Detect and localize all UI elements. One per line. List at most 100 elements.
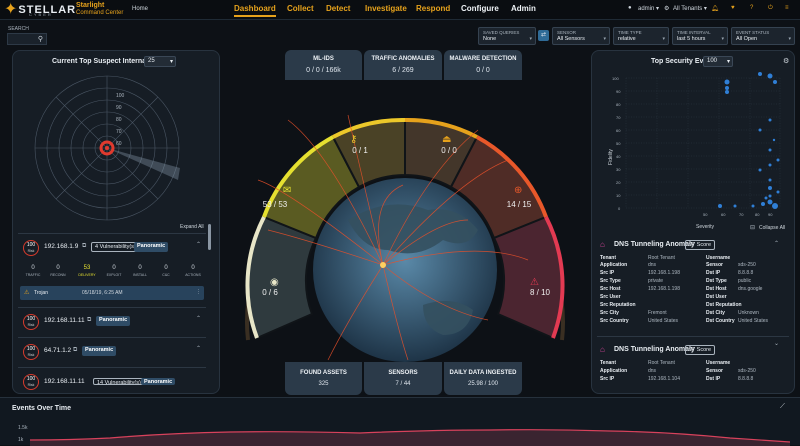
- saved-queries-select[interactable]: SAVED QUERIES None ▾: [478, 27, 536, 45]
- score-label: Risk: [27, 323, 35, 327]
- event-count-select[interactable]: 100 ▾: [703, 56, 733, 67]
- vulnerability-badge[interactable]: 4 Vulnerability(s): [91, 242, 140, 252]
- stat-value: 325: [318, 381, 329, 387]
- time-interval-select[interactable]: TIME INTERVAL last 5 hours ▾: [672, 27, 728, 45]
- score-label: Risk: [27, 383, 35, 387]
- stage-value: 0: [164, 265, 168, 271]
- event-field: Src IP: [600, 270, 615, 276]
- traffic-anomalies-stat[interactable]: TRAFFIC ANOMALIES 6 / 269: [364, 50, 442, 80]
- daily-data-stat[interactable]: DAILY DATA INGESTED 25.98 / 100: [444, 362, 522, 395]
- nav-investigate[interactable]: Investigate: [365, 4, 407, 13]
- home-location-marker[interactable]: [380, 262, 386, 268]
- vulnerability-badge[interactable]: 14 Vulnerability(s): [93, 378, 145, 385]
- event-title[interactable]: DNS Tunneling Anomaly: [614, 346, 695, 353]
- tenant-menu[interactable]: All Tenants ▾: [673, 5, 707, 12]
- nav-collect[interactable]: Collect: [287, 4, 314, 13]
- sensors-stat[interactable]: SENSORS 7 / 44: [364, 362, 442, 395]
- heart-icon[interactable]: ♥: [731, 5, 735, 11]
- bell-icon[interactable]: 🔔︎: [711, 5, 719, 12]
- tenant-icon[interactable]: ⚙: [664, 5, 669, 12]
- stage-value: 0: [191, 265, 195, 271]
- event-field-value: Root Tenant: [648, 255, 675, 261]
- collapse-chevron-icon[interactable]: ⌃: [774, 240, 779, 247]
- panoramic-button[interactable]: Panoramic: [141, 378, 176, 385]
- sensor-select[interactable]: SENSOR All Sensors ▾: [552, 27, 610, 45]
- user-menu[interactable]: admin ▾: [638, 5, 659, 12]
- events-over-time-chart: [30, 429, 791, 446]
- search-icon[interactable]: ⚲: [38, 35, 43, 43]
- copy-icon[interactable]: ⧉: [87, 317, 91, 324]
- panoramic-button[interactable]: Panoramic: [134, 242, 169, 252]
- power-icon[interactable]: ⏻: [768, 5, 773, 12]
- host-ip[interactable]: 64.71.1.2: [44, 347, 71, 354]
- brand-subtitle: Command Center: [76, 10, 124, 16]
- settings-gear-icon[interactable]: ⚙: [783, 57, 789, 65]
- scatter-ylabel: Fidelity: [608, 149, 614, 165]
- panoramic-button[interactable]: Panoramic: [96, 316, 131, 326]
- nav-dashboard[interactable]: Dashboard: [234, 4, 276, 17]
- event-field: Tenant: [600, 360, 617, 366]
- key-icon: ⚷: [350, 134, 357, 145]
- event-field: Sensor: [706, 368, 723, 374]
- event-field-value: sds-250: [738, 368, 756, 374]
- time-type-value: relative: [618, 36, 636, 42]
- host-ip[interactable]: 192.168.11.11: [44, 317, 85, 324]
- found-assets-stat[interactable]: FOUND ASSETS 325: [285, 362, 362, 395]
- kill-chain-gauge: ◉ ✉ ⚷ ⏏ ⊕ ⚠: [245, 114, 565, 362]
- ml-ids-stat[interactable]: ML-IDS 0 / 0 / 166k: [285, 50, 362, 80]
- host-ip[interactable]: 192.168.11.11: [44, 378, 85, 385]
- host-list-scrollbar[interactable]: [208, 224, 211, 250]
- score-value: 100: [26, 376, 36, 382]
- logo-subtext: CYBER: [29, 12, 53, 17]
- panoramic-button[interactable]: Panoramic: [82, 346, 117, 356]
- event-status-value: All Open: [736, 36, 758, 42]
- nav-home[interactable]: Home: [132, 6, 148, 12]
- event-field: Application: [600, 262, 628, 268]
- scatter-y-tick: 70: [616, 115, 621, 120]
- host-count-select[interactable]: 25 ▾: [144, 56, 176, 67]
- event-title[interactable]: DNS Tunneling Anomaly: [614, 241, 695, 248]
- expand-chevron-icon[interactable]: ⌃: [196, 345, 201, 352]
- expand-chevron-icon[interactable]: ⌄: [774, 340, 779, 347]
- scatter-y-tick: 50: [616, 141, 621, 146]
- user-icon[interactable]: ●: [628, 5, 632, 11]
- search-input[interactable]: ⚲: [7, 33, 47, 45]
- threat-row[interactable]: ⚠ Trojan 05/18/19, 6:25 AM ⋮: [20, 286, 204, 300]
- events-over-time-panel: Events Over Time ⟋ 1.5k 1k: [0, 397, 800, 446]
- copy-icon[interactable]: ⧉: [82, 243, 86, 250]
- event-field: Dst Type: [706, 278, 727, 284]
- event-field: Application: [600, 368, 628, 374]
- menu-icon[interactable]: ≡: [785, 5, 789, 11]
- event-field-value: Fremont: [648, 310, 667, 316]
- time-type-select[interactable]: TIME TYPE relative ▾: [613, 27, 669, 45]
- stat-value: 0 / 0 / 166k: [306, 67, 341, 74]
- event-field-value: private: [648, 278, 664, 284]
- host-ip[interactable]: 192.168.1.9: [44, 243, 78, 250]
- expand-chevron-icon[interactable]: ⌃: [196, 315, 201, 322]
- more-icon[interactable]: ⋮: [196, 289, 201, 295]
- event-status-select[interactable]: EVENT STATUS All Open ▾: [731, 27, 795, 45]
- expand-all-link[interactable]: Expand All: [180, 224, 204, 230]
- alert-icon: ⚠: [530, 277, 539, 288]
- saved-query-action-button[interactable]: ⇄: [538, 30, 549, 41]
- saved-queries-label: SAVED QUERIES: [483, 30, 520, 35]
- copy-icon[interactable]: ⧉: [73, 347, 77, 354]
- chart-type-icon[interactable]: ⟋: [780, 403, 785, 411]
- help-icon[interactable]: ?: [750, 5, 753, 11]
- nav-configure[interactable]: Configure: [461, 4, 499, 13]
- event-field: Dst User: [706, 294, 727, 300]
- collapse-all-link[interactable]: Collapse All: [759, 225, 785, 231]
- nav-detect[interactable]: Detect: [326, 4, 350, 13]
- event-score-badge: 97 Score: [685, 345, 716, 355]
- crosshair-icon: ⊕: [514, 185, 522, 196]
- collapse-chevron-icon[interactable]: ⌃: [196, 241, 201, 248]
- scatter-points[interactable]: [718, 72, 780, 209]
- scatter-grid: [625, 77, 781, 209]
- nav-respond[interactable]: Respond: [416, 4, 450, 13]
- event-field: Src City: [600, 310, 619, 316]
- collapse-all-icon[interactable]: ⊟: [750, 224, 755, 231]
- malware-detection-stat[interactable]: MALWARE DETECTION 0 / 0: [444, 50, 522, 80]
- nav-admin[interactable]: Admin: [511, 4, 536, 13]
- event-field-value: 192.168.1.104: [648, 376, 680, 382]
- event-field: Src Host: [600, 286, 621, 292]
